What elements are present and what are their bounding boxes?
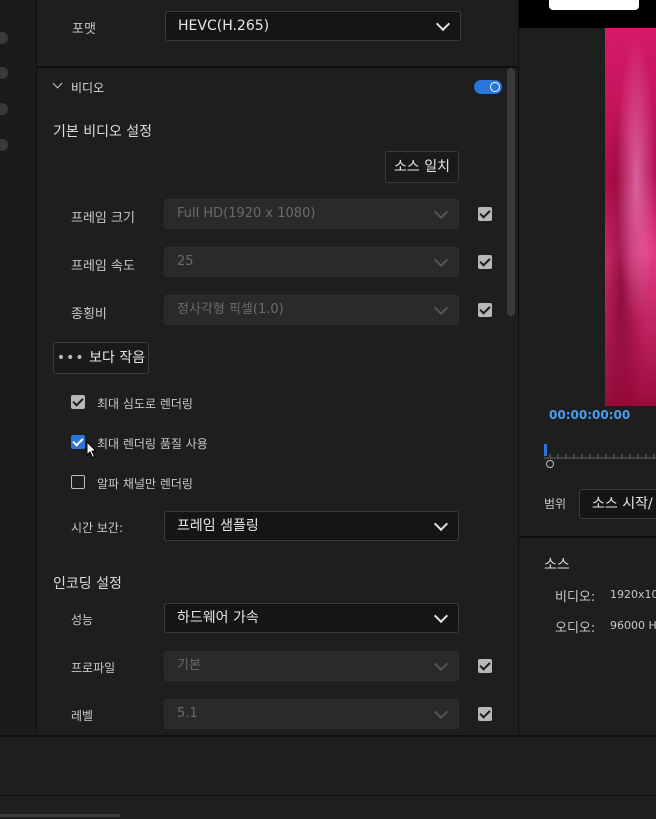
chevron-down-icon [433, 608, 449, 624]
frame-size-label: 프레임 크기 [71, 211, 135, 226]
time-interp-label: 시간 보간: [71, 521, 124, 535]
preview-letterbox [519, 28, 605, 406]
video-toggle-switch[interactable] [474, 80, 502, 94]
level-label: 레벨 [71, 709, 94, 723]
panel-dot[interactable] [0, 67, 8, 79]
source-title: 소스 [544, 557, 570, 573]
more-dots-icon: ••• [56, 350, 85, 366]
time-interp-dropdown[interactable]: 프레임 샘플링 [164, 511, 459, 541]
chevron-down-icon[interactable] [52, 78, 63, 89]
preview-text-fragment [549, 0, 639, 10]
panel-dot[interactable] [0, 32, 8, 44]
level-dropdown[interactable]: 5.1 [164, 699, 459, 729]
frame-size-checkbox[interactable] [478, 207, 492, 221]
profile-dropdown[interactable]: 기본 [164, 651, 459, 681]
divider [37, 66, 517, 68]
current-timecode[interactable]: 00:00:00:00 [549, 408, 630, 422]
chevron-down-icon [433, 252, 449, 268]
max-render-quality-label: 최대 렌더링 품질 사용 [97, 437, 208, 451]
aspect-ratio-dropdown[interactable]: 정사각형 픽셀(1.0) [164, 295, 459, 325]
performance-label: 성능 [71, 613, 94, 627]
performance-value: 하드웨어 가속 [177, 610, 259, 626]
scrollbar[interactable] [507, 68, 515, 316]
alpha-only-checkbox[interactable] [71, 475, 85, 489]
profile-checkbox[interactable] [478, 659, 492, 673]
alpha-only-label: 알파 채널만 렌더링 [97, 477, 193, 491]
frame-size-dropdown[interactable]: Full HD(1920 x 1080) [164, 199, 459, 229]
show-less-label: 보다 작음 [89, 350, 146, 366]
left-panel-strip [0, 0, 37, 735]
frame-rate-label: 프레임 속도 [71, 259, 135, 274]
source-video-key: 비디오: [555, 590, 596, 605]
mouse-cursor-icon [86, 441, 98, 459]
basic-video-settings-title: 기본 비디오 설정 [53, 124, 153, 140]
timeline-ruler[interactable] [544, 440, 656, 460]
preview-panel: 00:00:00:00 범위 소스 시작/ 소스 비디오: 1920x108 오… [518, 0, 656, 735]
range-label: 범위 [544, 497, 567, 511]
export-settings-panel: 포맷 HEVC(H.265) 비디오 기본 비디오 설정 소스 일치 프레임 크… [37, 0, 517, 735]
chevron-down-icon [433, 516, 449, 532]
chevron-down-icon [433, 300, 449, 316]
source-audio-value: 96000 H [610, 619, 656, 632]
format-value: HEVC(H.265) [178, 18, 270, 34]
chevron-down-icon [433, 704, 449, 720]
profile-label: 프로파일 [71, 661, 116, 675]
encoding-settings-title: 인코딩 설정 [53, 576, 122, 592]
chevron-down-icon [433, 656, 449, 672]
panel-dot[interactable] [0, 103, 8, 115]
source-video-value: 1920x108 [610, 588, 656, 601]
range-dropdown[interactable]: 소스 시작/ [579, 489, 656, 519]
chevron-down-icon [433, 204, 449, 220]
aspect-ratio-value: 정사각형 픽셀(1.0) [177, 302, 284, 317]
video-section-label[interactable]: 비디오 [71, 79, 104, 96]
aspect-ratio-label: 종횡비 [71, 307, 107, 322]
performance-dropdown[interactable]: 하드웨어 가속 [164, 603, 459, 633]
render-max-depth-checkbox[interactable] [71, 395, 85, 409]
format-dropdown[interactable]: HEVC(H.265) [165, 11, 461, 41]
level-value: 5.1 [177, 706, 198, 721]
divider [0, 795, 656, 796]
chevron-down-icon [435, 16, 451, 32]
video-preview-image [605, 28, 656, 406]
frame-rate-value: 25 [177, 254, 194, 269]
level-checkbox[interactable] [478, 707, 492, 721]
aspect-ratio-checkbox[interactable] [478, 303, 492, 317]
match-source-button[interactable]: 소스 일치 [385, 151, 459, 183]
frame-size-value: Full HD(1920 x 1080) [177, 206, 316, 221]
format-label: 포맷 [72, 22, 96, 37]
divider [519, 536, 656, 538]
frame-rate-dropdown[interactable]: 25 [164, 247, 459, 277]
time-interp-value: 프레임 샘플링 [177, 518, 259, 534]
source-audio-key: 오디오: [555, 621, 596, 636]
bottom-bar [0, 735, 656, 819]
render-max-depth-label: 최대 심도로 렌더링 [97, 397, 193, 411]
profile-value: 기본 [177, 658, 201, 673]
show-less-button[interactable]: ••• 보다 작음 [53, 342, 149, 374]
frame-rate-checkbox[interactable] [478, 255, 492, 269]
preview-top-bar [519, 0, 656, 28]
panel-dot[interactable] [0, 139, 8, 151]
max-render-quality-checkbox[interactable] [71, 435, 85, 449]
playhead-handle-icon[interactable] [546, 460, 554, 468]
